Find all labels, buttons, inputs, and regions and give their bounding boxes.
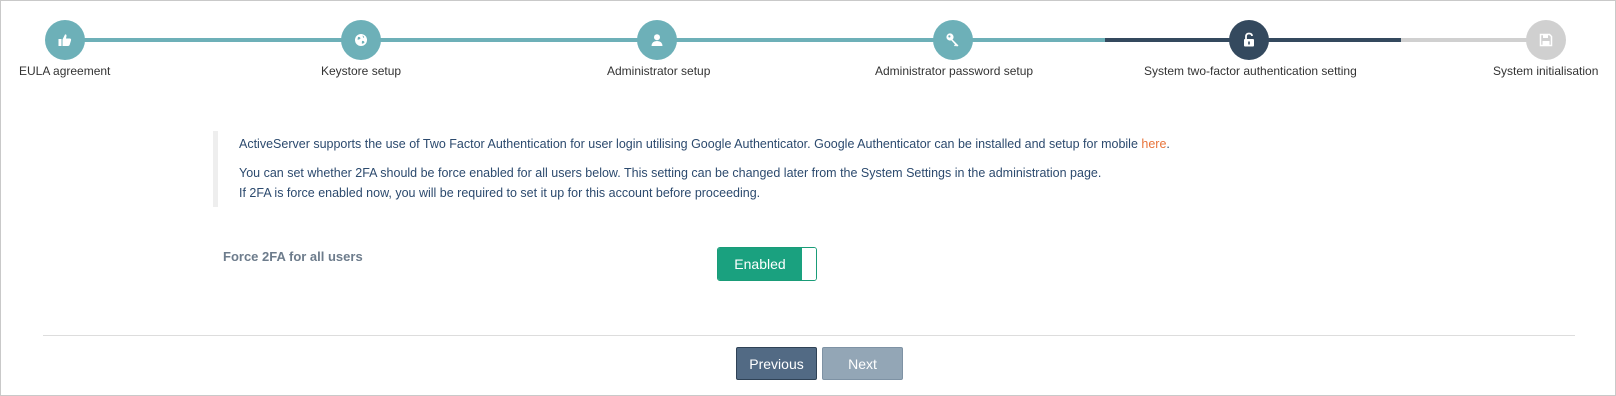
previous-button[interactable]: Previous: [736, 347, 817, 380]
step-system-init: [1526, 20, 1566, 60]
step-label-two-factor: System two-factor authentication setting: [1144, 64, 1357, 78]
step-label-system-init: System initialisation: [1493, 64, 1599, 78]
force-2fa-label: Force 2FA for all users: [223, 249, 363, 264]
info-line-1-text: ActiveServer supports the use of Two Fac…: [239, 137, 1142, 151]
step-label-administrator: Administrator setup: [607, 64, 711, 78]
step-two-factor: [1229, 20, 1269, 60]
globe-icon: [354, 33, 368, 47]
mobile-setup-link[interactable]: here: [1141, 137, 1166, 151]
unlock-icon: [1242, 32, 1256, 48]
info-line-2: You can set whether 2FA should be force …: [239, 166, 1102, 180]
step-label-keystore: Keystore setup: [321, 64, 402, 78]
thumbs-up-icon: [57, 32, 73, 48]
info-line-1: ActiveServer supports the use of Two Fac…: [239, 137, 1170, 151]
step-eula: [45, 20, 85, 60]
step-administrator: [637, 20, 677, 60]
wizard-frame: EULA agreement Keystore setup Administra…: [0, 0, 1616, 396]
floppy-disk-icon: [1539, 33, 1553, 47]
footer-divider: [43, 335, 1575, 336]
two-factor-info-callout: ActiveServer supports the use of Two Fac…: [213, 131, 1213, 207]
toggle-handle: [802, 248, 816, 280]
setup-stepper: EULA agreement Keystore setup Administra…: [1, 1, 1615, 91]
next-button[interactable]: Next: [822, 347, 903, 380]
step-keystore: [341, 20, 381, 60]
step-label-admin-password: Administrator password setup: [875, 64, 1034, 78]
step-label-eula: EULA agreement: [19, 64, 111, 78]
step-admin-password: [933, 20, 973, 60]
force-2fa-toggle[interactable]: Enabled: [717, 247, 817, 281]
user-icon: [650, 33, 664, 47]
toggle-enabled-label: Enabled: [718, 248, 802, 280]
info-line-1-end: .: [1166, 137, 1170, 151]
key-icon: [945, 32, 961, 48]
info-line-3: If 2FA is force enabled now, you will be…: [239, 186, 761, 200]
